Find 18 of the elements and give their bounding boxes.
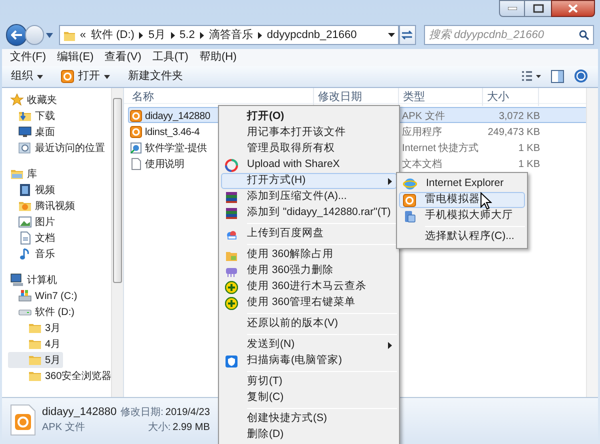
file-type: APK 文件 <box>42 420 86 436</box>
file-name: didayy_142880 <box>42 404 117 420</box>
field-label: 大小: <box>148 420 171 436</box>
file-name: 软件学堂-提供 <box>145 142 207 156</box>
file-type: Internet 快捷方式 <box>401 143 479 154</box>
file-size: 3,072 KB <box>498 111 540 122</box>
field-value: 2.99 MB <box>172 421 210 436</box>
file-type: APK 文件 <box>401 111 445 122</box>
file-size: 1 KB <box>518 143 540 154</box>
file-size: 249,473 KB <box>488 127 540 138</box>
file-name: 使用说明 <box>145 158 184 172</box>
field-value: 2019/4/23 <box>165 406 210 420</box>
file-size: 1 KB <box>518 159 540 170</box>
file-name: didayy_142880 <box>145 110 210 124</box>
file-type: 文本文档 <box>401 159 442 170</box>
field-label: 修改日期: <box>120 406 164 420</box>
file-type: 应用程序 <box>401 127 442 138</box>
file-name: ldinst_3.46-4 <box>145 126 200 140</box>
